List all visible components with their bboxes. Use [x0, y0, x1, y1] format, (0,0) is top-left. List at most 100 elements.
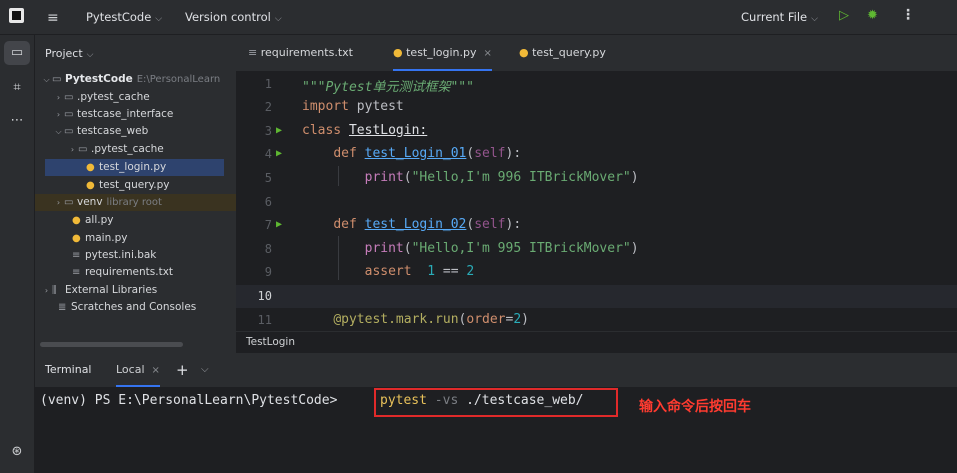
tree-item-file[interactable]: ● test_query.py [35, 177, 169, 194]
tree-item-file[interactable]: ● main.py [35, 230, 127, 247]
chevron-right-icon: › [56, 93, 61, 102]
builtin-call: print [364, 170, 404, 185]
code-editor[interactable]: 1 2 3 4 5 6 7 8 9 10 11 ▶ ▶ ▶ """Pytest单… [236, 72, 957, 331]
close-icon[interactable]: × [484, 48, 492, 59]
tab-test-query[interactable]: ● test_query.py [519, 35, 606, 71]
current-line-highlight [236, 285, 957, 308]
tree-item-label: External Libraries [65, 284, 158, 296]
services-icon[interactable]: ⊛ [0, 444, 34, 459]
string-literal: "Hello,I'm 995 ITBrickMover" [411, 241, 631, 256]
run-config-label: Current File [741, 10, 808, 24]
more-tools-icon[interactable]: ⋯ [0, 113, 34, 128]
vcs-label: Version control [185, 10, 271, 24]
string-literal: "Hello,I'm 996 ITBrickMover" [411, 170, 631, 185]
run-config-selector[interactable]: Current File ⌵ [741, 10, 818, 24]
chevron-down-icon: ⌵ [811, 14, 818, 24]
library-icon: ⫼ [52, 285, 57, 296]
vcs-widget[interactable]: Version control ⌵ [185, 10, 282, 24]
line-number: 5 [264, 171, 272, 185]
line-number: 4 [264, 147, 272, 161]
code-line: import pytest [302, 99, 404, 114]
code-line: print("Hello,I'm 995 ITBrickMover") [364, 241, 639, 256]
code-text: == [435, 264, 467, 279]
line-number: 7 [264, 218, 272, 232]
project-panel-header[interactable]: Project ⌵ [45, 47, 93, 60]
folder-icon: ▭ [78, 144, 88, 155]
command-program: pytest [380, 393, 427, 408]
project-panel-title: Project [45, 47, 83, 60]
tree-item-label: pytest.ini.bak [85, 249, 157, 261]
code-line: @pytest.mark.run(order=2) [333, 312, 529, 327]
run-gutter-icon[interactable]: ▶ [276, 148, 282, 159]
keyword: def [333, 146, 357, 161]
python-file-icon: ● [519, 46, 533, 59]
chevron-right-icon: › [44, 286, 49, 295]
decorator: @pytest.mark.run [333, 312, 459, 327]
chevron-right-icon: › [70, 145, 75, 154]
number-literal: 2 [513, 312, 522, 327]
tree-item-file[interactable]: ≡ pytest.ini.bak [35, 247, 156, 264]
chevron-down-icon: ⌵ [86, 50, 94, 60]
terminal-command: pytest -vs ./testcase_web/ [380, 393, 584, 408]
terminal-header: Terminal Local × + ⌵ [35, 353, 957, 387]
terminal-title: Terminal [45, 363, 92, 376]
code-line: def test_Login_01(self): [302, 146, 521, 161]
tree-item-label: test_query.py [99, 179, 170, 191]
chevron-right-icon: › [56, 198, 61, 207]
python-file-icon: ● [393, 46, 407, 59]
run-gutter-icon[interactable]: ▶ [276, 219, 282, 230]
function-name: test_Login_02 [364, 217, 467, 232]
project-switcher[interactable]: PytestCode ⌵ [86, 10, 162, 24]
run-gutter-icon[interactable]: ▶ [276, 125, 282, 136]
add-tab-icon[interactable]: + [176, 353, 189, 387]
tree-item-folder[interactable]: › ▭ .pytest_cache [35, 89, 150, 106]
keyword: class [302, 123, 342, 138]
tree-item-root[interactable]: ⌵ ▭ PytestCode E:\PersonalLearn [35, 71, 236, 88]
terminal-output[interactable]: (venv) PS E:\PersonalLearn\PytestCode> p… [35, 387, 957, 473]
tree-item-label: Scratches and Consoles [71, 301, 197, 313]
chevron-down-icon: ⌵ [274, 14, 282, 24]
tree-item-label: main.py [85, 232, 128, 244]
annotation-label: 输入命令后按回车 [639, 399, 751, 415]
code-text: ): [505, 217, 522, 232]
tree-item-label: PytestCode [65, 73, 133, 85]
folder-icon: ▭ [64, 109, 74, 120]
self-param: self [474, 146, 506, 161]
run-icon[interactable]: ▷ [839, 8, 849, 23]
tree-item-folder[interactable]: › ▭ venv library root [35, 194, 236, 211]
number-literal: 2 [466, 264, 475, 279]
close-icon[interactable]: × [152, 365, 160, 376]
text-file-icon: ≡ [72, 250, 81, 261]
folder-icon[interactable]: ▭ [0, 45, 34, 60]
tab-local[interactable]: Local × [116, 353, 160, 387]
horizontal-scrollbar[interactable] [40, 342, 183, 347]
tree-item-folder[interactable]: ⌵ ▭ testcase_web [35, 123, 148, 140]
folder-icon: ▭ [64, 126, 74, 137]
tree-item-file[interactable]: ● all.py [35, 212, 114, 229]
tab-requirements[interactable]: ≡ requirements.txt [248, 35, 353, 71]
tree-item-folder[interactable]: › ▭ testcase_interface [35, 106, 174, 123]
chevron-down-icon[interactable]: ⌵ [201, 353, 209, 387]
text-file-icon: ≡ [248, 46, 261, 59]
chevron-down-icon: ⌵ [155, 14, 163, 24]
tree-item-label: .pytest_cache [77, 91, 150, 103]
class-name: TestLogin: [348, 123, 428, 138]
terminal-prompt: (venv) PS E:\PersonalLearn\PytestCode> [40, 393, 338, 408]
tab-test-login[interactable]: ● test_login.py × [393, 35, 492, 71]
tree-item-folder[interactable]: › ▭ .pytest_cache [35, 141, 164, 158]
command-path: ./testcase_web/ [466, 393, 584, 408]
docstring: """Pytest单元测试框架""" [302, 80, 474, 95]
more-icon[interactable]: ⋮ [901, 7, 915, 23]
breadcrumb-item[interactable]: TestLogin [246, 336, 295, 348]
function-name: test_Login_01 [364, 146, 467, 161]
tree-item-scratches[interactable]: ≣ Scratches and Consoles [35, 299, 196, 316]
tab-label: test_login.py [406, 46, 477, 59]
tree-item-file-selected[interactable]: ● test_login.py [45, 159, 224, 176]
debug-icon[interactable]: ✹ [867, 8, 878, 23]
tree-item-file[interactable]: ≡ requirements.txt [35, 264, 173, 281]
main-menu-icon[interactable]: ≡ [47, 10, 59, 26]
folder-icon: ▭ [64, 197, 74, 208]
scratches-icon: ≣ [58, 302, 67, 313]
tree-item-external-libraries[interactable]: › ⫼ External Libraries [35, 282, 157, 299]
structure-icon[interactable]: ⌗ [0, 80, 34, 95]
